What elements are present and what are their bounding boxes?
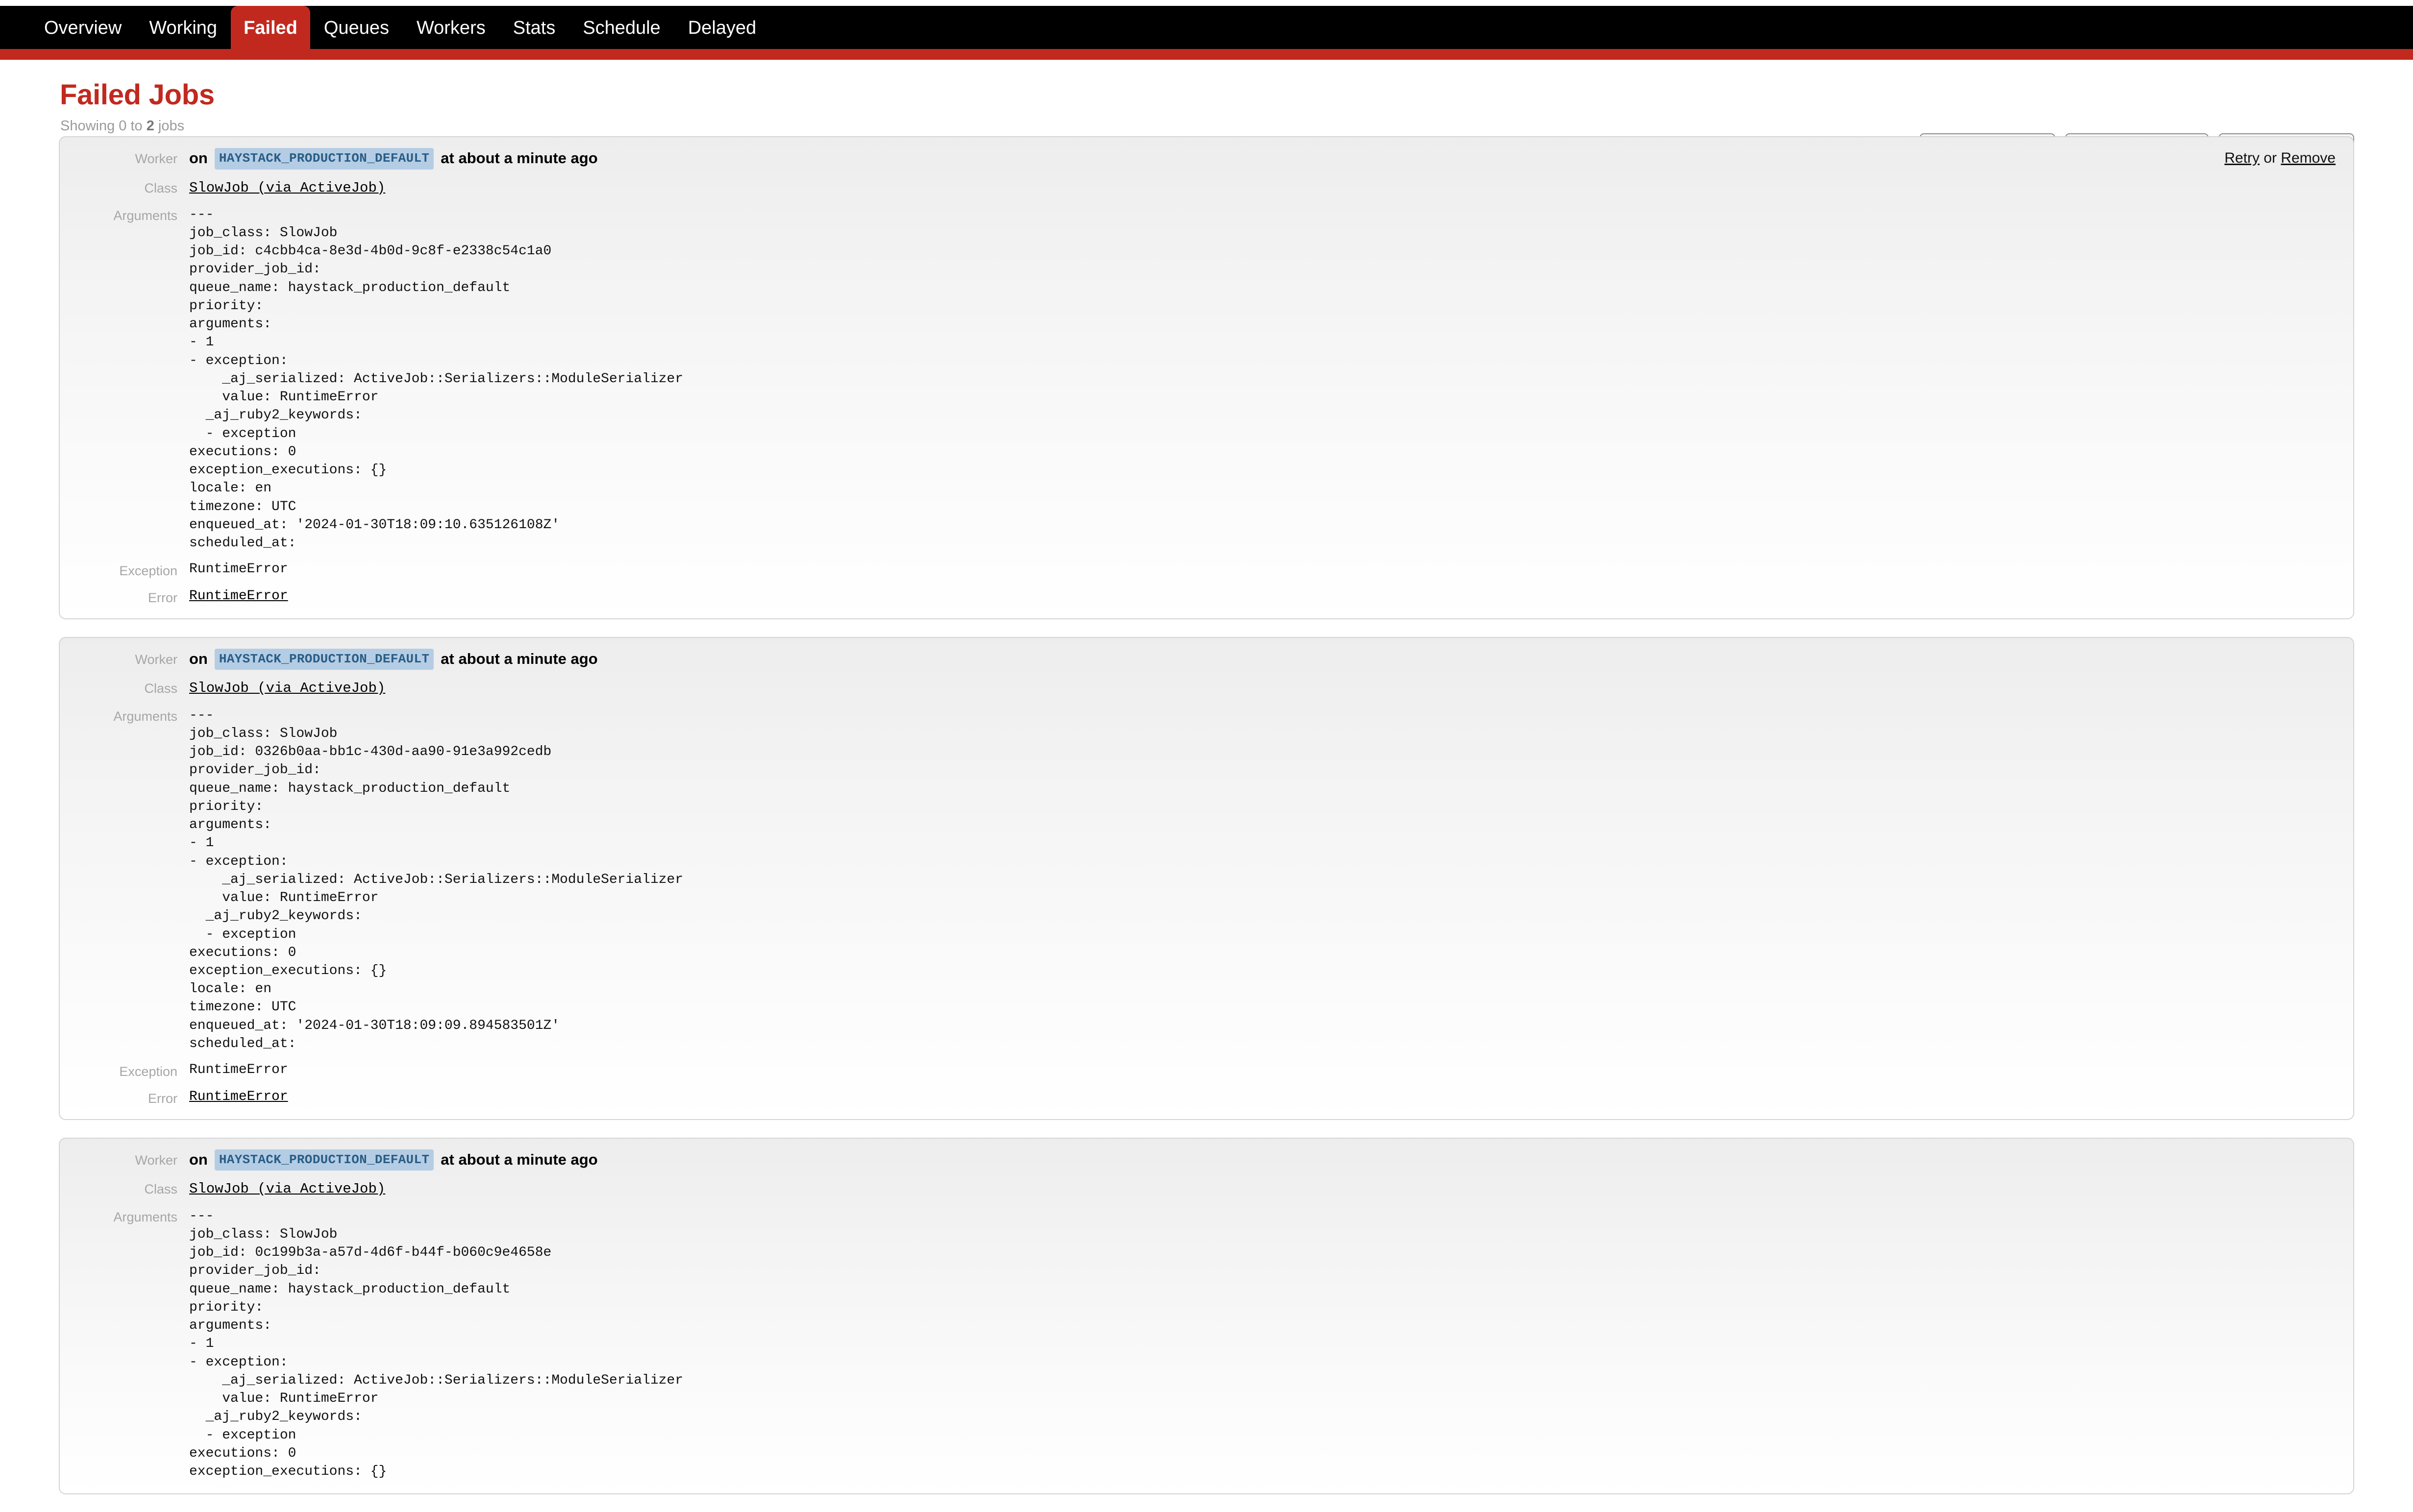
worker-at-text: at xyxy=(441,1151,454,1169)
worker-queue-badge: HAYSTACK_PRODUCTION_DEFAULT xyxy=(214,648,434,670)
class-value: SlowJob (via ActiveJob) xyxy=(189,678,385,697)
class-value: SlowJob (via ActiveJob) xyxy=(189,1178,385,1198)
nav-tab-failed[interactable]: Failed xyxy=(231,6,310,49)
error-value: RuntimeError xyxy=(189,587,288,605)
remove-link[interactable]: Remove xyxy=(2281,150,2336,166)
class-label: Class xyxy=(144,681,177,696)
worker-at-text: at xyxy=(441,149,454,167)
job-class-link[interactable]: SlowJob (via ActiveJob) xyxy=(189,680,385,696)
error-link[interactable]: RuntimeError xyxy=(189,1089,288,1104)
showing-count: 2 xyxy=(146,118,154,134)
nav-accent-underline xyxy=(0,49,2413,60)
arguments-label: Arguments xyxy=(113,208,177,223)
worker-on-text: on xyxy=(189,650,208,668)
top-white-strip xyxy=(0,0,2413,6)
failed-job-item: Worker on HAYSTACK_PRODUCTION_DEFAULT at… xyxy=(59,1137,2354,1495)
worker-value: on HAYSTACK_PRODUCTION_DEFAULT at about … xyxy=(189,1149,598,1171)
nav-tab-list: Overview Working Failed Queues Workers S… xyxy=(30,6,770,49)
worker-time: about a minute ago xyxy=(458,149,598,167)
nav-tab-schedule[interactable]: Schedule xyxy=(569,6,674,49)
class-value: SlowJob (via ActiveJob) xyxy=(189,177,385,197)
arguments-row: Arguments --- job_class: SlowJob job_id:… xyxy=(76,205,2337,552)
worker-value: on HAYSTACK_PRODUCTION_DEFAULT at about … xyxy=(189,648,598,670)
error-row: Error RuntimeError xyxy=(76,587,2337,606)
showing-count-text: Showing 0 to 2 jobs xyxy=(60,118,2354,134)
worker-on-text: on xyxy=(189,1151,208,1169)
error-row: Error RuntimeError xyxy=(76,1088,2337,1106)
failed-job-item: Worker on HAYSTACK_PRODUCTION_DEFAULT at… xyxy=(59,636,2354,1120)
exception-row: Exception RuntimeError xyxy=(76,560,2337,579)
error-link[interactable]: RuntimeError xyxy=(189,588,288,604)
exception-label: Exception xyxy=(119,563,177,579)
retry-link[interactable]: Retry xyxy=(2224,150,2260,166)
page-title: Failed Jobs xyxy=(60,79,215,111)
worker-value: on HAYSTACK_PRODUCTION_DEFAULT at about … xyxy=(189,148,598,170)
failed-jobs-list: Retry or Remove Worker on HAYSTACK_PRODU… xyxy=(59,136,2354,1495)
retry-remove-separator: or xyxy=(2259,150,2281,166)
nav-tab-working[interactable]: Working xyxy=(135,6,231,49)
worker-on-text: on xyxy=(189,149,208,167)
worker-row: Worker on HAYSTACK_PRODUCTION_DEFAULT at… xyxy=(76,148,2337,170)
error-value: RuntimeError xyxy=(189,1088,288,1106)
showing-prefix: Showing 0 to xyxy=(60,118,147,134)
arguments-yaml: --- job_class: SlowJob job_id: 0326b0aa-… xyxy=(189,707,684,1051)
job-actions: Retry or Remove xyxy=(2224,150,2336,167)
showing-suffix: jobs xyxy=(154,118,185,134)
nav-tab-stats[interactable]: Stats xyxy=(499,6,569,49)
worker-label: Worker xyxy=(135,652,177,667)
exception-label: Exception xyxy=(119,1064,177,1079)
worker-time: about a minute ago xyxy=(458,1151,598,1169)
failed-job-item: Retry or Remove Worker on HAYSTACK_PRODU… xyxy=(59,136,2354,619)
class-label: Class xyxy=(144,1182,177,1197)
worker-time: about a minute ago xyxy=(458,650,598,668)
class-row: Class SlowJob (via ActiveJob) xyxy=(76,177,2337,197)
error-label: Error xyxy=(148,1091,177,1106)
arguments-label: Arguments xyxy=(113,708,177,724)
job-class-link[interactable]: SlowJob (via ActiveJob) xyxy=(189,1181,385,1197)
class-row: Class SlowJob (via ActiveJob) xyxy=(76,678,2337,697)
worker-row: Worker on HAYSTACK_PRODUCTION_DEFAULT at… xyxy=(76,1149,2337,1171)
worker-at-text: at xyxy=(441,650,454,668)
worker-label: Worker xyxy=(135,151,177,166)
arguments-yaml: --- job_class: SlowJob job_id: 0c199b3a-… xyxy=(189,1208,684,1479)
class-row: Class SlowJob (via ActiveJob) xyxy=(76,1178,2337,1198)
worker-row: Worker on HAYSTACK_PRODUCTION_DEFAULT at… xyxy=(76,648,2337,670)
class-label: Class xyxy=(144,180,177,195)
page-content: Failed Jobs Showing 0 to 2 jobs Retry Fa… xyxy=(0,60,2413,1495)
exception-value: RuntimeError xyxy=(189,561,288,577)
nav-tab-queues[interactable]: Queues xyxy=(310,6,403,49)
arguments-row: Arguments --- job_class: SlowJob job_id:… xyxy=(76,1206,2337,1481)
job-class-link[interactable]: SlowJob (via ActiveJob) xyxy=(189,180,385,196)
exception-value: RuntimeError xyxy=(189,1062,288,1078)
worker-queue-badge: HAYSTACK_PRODUCTION_DEFAULT xyxy=(214,1149,434,1171)
arguments-yaml: --- job_class: SlowJob job_id: c4cbb4ca-… xyxy=(189,207,684,551)
error-label: Error xyxy=(148,590,177,605)
nav-tab-workers[interactable]: Workers xyxy=(403,6,499,49)
nav-tab-overview[interactable]: Overview xyxy=(30,6,135,49)
main-navbar: Overview Working Failed Queues Workers S… xyxy=(0,6,2413,49)
arguments-label: Arguments xyxy=(113,1209,177,1224)
worker-queue-badge: HAYSTACK_PRODUCTION_DEFAULT xyxy=(214,148,434,170)
worker-label: Worker xyxy=(135,1152,177,1168)
nav-tab-delayed[interactable]: Delayed xyxy=(674,6,770,49)
page-header: Failed Jobs Showing 0 to 2 jobs Retry Fa… xyxy=(59,60,2354,162)
arguments-row: Arguments --- job_class: SlowJob job_id:… xyxy=(76,706,2337,1053)
exception-row: Exception RuntimeError xyxy=(76,1061,2337,1079)
